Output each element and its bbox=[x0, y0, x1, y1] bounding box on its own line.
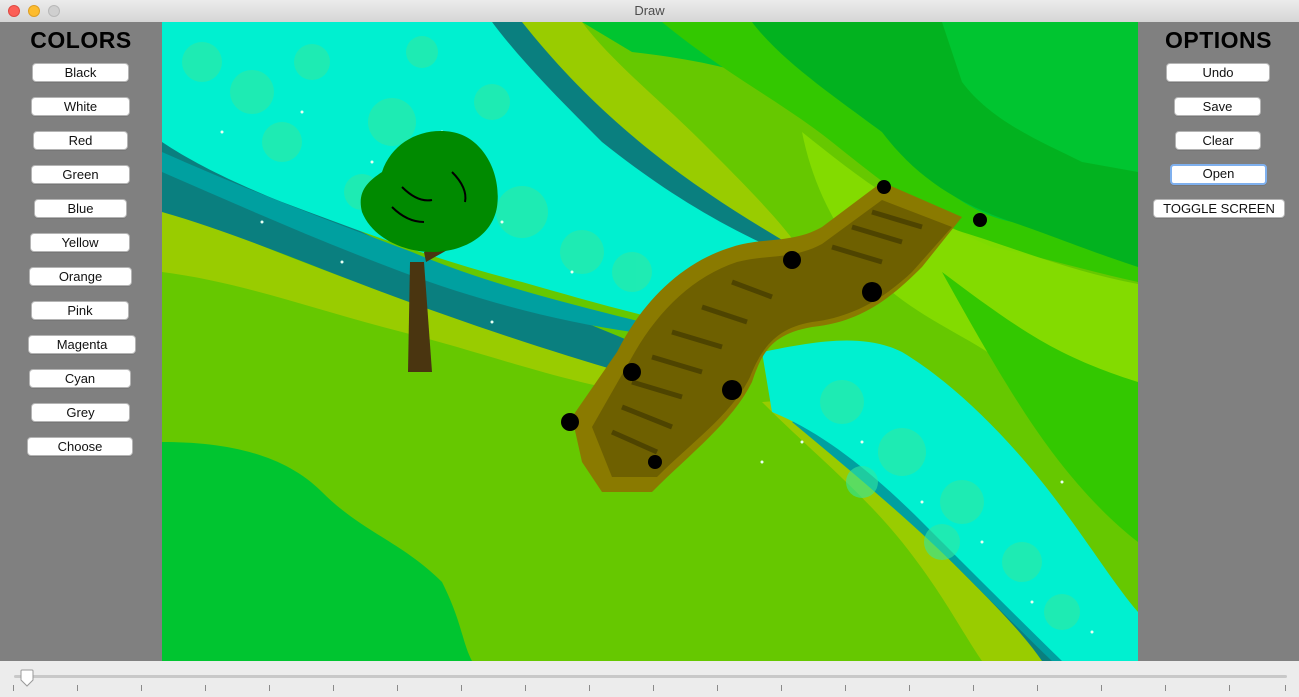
color-button-pink[interactable]: Pink bbox=[31, 301, 129, 320]
slider-tick bbox=[1101, 685, 1102, 691]
color-button-yellow[interactable]: Yellow bbox=[30, 233, 130, 252]
drawing-image bbox=[162, 22, 1138, 661]
slider-tick bbox=[909, 685, 910, 691]
toggle-screen-button[interactable]: TOGGLE SCREEN bbox=[1153, 199, 1285, 218]
slider-tick bbox=[1285, 685, 1286, 691]
open-button[interactable]: Open bbox=[1170, 164, 1267, 185]
undo-button[interactable]: Undo bbox=[1166, 63, 1270, 82]
color-button-grey[interactable]: Grey bbox=[31, 403, 130, 422]
slider-tick bbox=[77, 685, 78, 691]
slider-tick bbox=[717, 685, 718, 691]
slider-tick bbox=[333, 685, 334, 691]
color-button-cyan[interactable]: Cyan bbox=[29, 369, 131, 388]
slider-track[interactable] bbox=[14, 675, 1287, 678]
color-button-black[interactable]: Black bbox=[32, 63, 129, 82]
slider-thumb[interactable] bbox=[19, 669, 35, 687]
slider-tick bbox=[461, 685, 462, 691]
color-button-red[interactable]: Red bbox=[33, 131, 128, 150]
slider-tick bbox=[205, 685, 206, 691]
slider-tick bbox=[525, 685, 526, 691]
colors-title: COLORS bbox=[30, 27, 132, 53]
options-panel: OPTIONS Undo Save Clear Open TOGGLE SCRE… bbox=[1138, 22, 1299, 661]
title-bar: Draw bbox=[0, 0, 1299, 23]
color-button-white[interactable]: White bbox=[31, 97, 130, 116]
clear-button[interactable]: Clear bbox=[1175, 131, 1261, 150]
slider-tick bbox=[269, 685, 270, 691]
color-button-orange[interactable]: Orange bbox=[29, 267, 132, 286]
slider-tick bbox=[397, 685, 398, 691]
slider-tick bbox=[1229, 685, 1230, 691]
slider-tick bbox=[781, 685, 782, 691]
slider-tick bbox=[1165, 685, 1166, 691]
slider-tick bbox=[1037, 685, 1038, 691]
options-title: OPTIONS bbox=[1164, 27, 1272, 53]
drawing-canvas[interactable] bbox=[162, 22, 1138, 661]
slider-tick bbox=[973, 685, 974, 691]
color-button-green[interactable]: Green bbox=[31, 165, 130, 184]
save-button[interactable]: Save bbox=[1174, 97, 1261, 116]
colors-panel: COLORS Black White Red Green Blue Yellow… bbox=[0, 22, 162, 661]
color-button-magenta[interactable]: Magenta bbox=[28, 335, 136, 354]
brush-size-slider[interactable] bbox=[0, 661, 1299, 697]
color-button-choose[interactable]: Choose bbox=[27, 437, 133, 456]
slider-tick bbox=[13, 685, 14, 691]
window-title: Draw bbox=[634, 3, 665, 18]
slider-tick bbox=[845, 685, 846, 691]
color-button-blue[interactable]: Blue bbox=[34, 199, 127, 218]
slider-tick bbox=[141, 685, 142, 691]
slider-tick bbox=[589, 685, 590, 691]
slider-tick bbox=[653, 685, 654, 691]
